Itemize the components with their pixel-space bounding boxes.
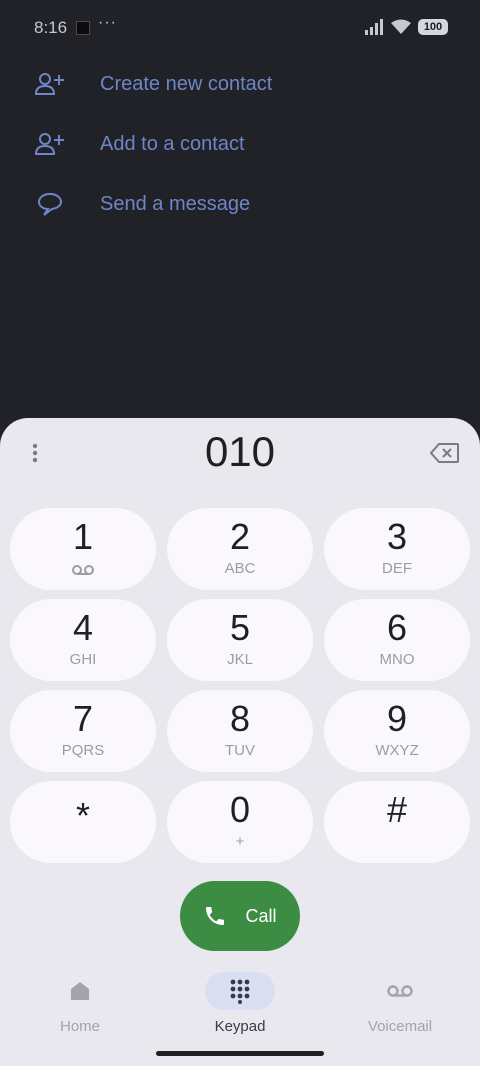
notification-icon bbox=[76, 21, 90, 35]
add-person-icon bbox=[34, 128, 66, 160]
key-digit: 5 bbox=[229, 607, 251, 648]
key-9[interactable]: 9 WXYZ bbox=[324, 690, 470, 772]
more-notifications-icon: ··· bbox=[98, 14, 117, 31]
key-6[interactable]: 6 MNO bbox=[324, 599, 470, 681]
send-message-row[interactable]: Send a message bbox=[34, 184, 434, 224]
status-icons: 100 bbox=[364, 19, 448, 35]
nav-home-label: Home bbox=[59, 1018, 100, 1035]
nav-keypad[interactable]: Keypad bbox=[180, 972, 300, 1052]
add-to-contact-row[interactable]: Add to a contact bbox=[34, 124, 434, 164]
key-digit: * bbox=[75, 795, 90, 836]
key-4[interactable]: 4 GHI bbox=[10, 599, 156, 681]
key-letters: WXYZ bbox=[375, 742, 419, 759]
nav-home-pill bbox=[45, 972, 115, 1010]
voicemail-icon bbox=[387, 985, 413, 997]
key-8[interactable]: 8 TUV bbox=[167, 690, 313, 772]
entered-number: 010 bbox=[204, 428, 276, 475]
status-bar: 8:16 ··· 100 bbox=[0, 0, 480, 56]
nav-keypad-label: Keypad bbox=[214, 1018, 266, 1035]
key-3[interactable]: 3 DEF bbox=[324, 508, 470, 590]
key-digit: 2 bbox=[229, 516, 251, 557]
key-digit: 8 bbox=[229, 698, 251, 739]
nav-voicemail-pill bbox=[365, 972, 435, 1010]
key-digit: 0 bbox=[229, 789, 251, 830]
key-letters: ABC bbox=[224, 560, 256, 577]
signal-icon bbox=[365, 19, 383, 35]
keypad-icon bbox=[230, 979, 250, 1004]
key-digit: 4 bbox=[72, 607, 94, 648]
key-letters: MNO bbox=[379, 651, 415, 668]
nav-voicemail[interactable]: Voicemail bbox=[340, 972, 460, 1052]
message-bubble-icon bbox=[34, 188, 66, 220]
more-vert-icon bbox=[32, 443, 38, 463]
key-letters: DEF bbox=[382, 560, 412, 577]
key-digit: 7 bbox=[72, 698, 94, 739]
key-7[interactable]: 7 PQRS bbox=[10, 690, 156, 772]
backspace-icon bbox=[430, 443, 459, 463]
nav-home[interactable]: Home bbox=[20, 972, 140, 1052]
key-digit: 1 bbox=[72, 516, 94, 557]
key-5[interactable]: 5 JKL bbox=[167, 599, 313, 681]
key-1[interactable]: 1 bbox=[10, 508, 156, 590]
dialpad-sheet: 010 1 2 ABC 3 DEF 4 GHI 5 JKL 6 MNO 7 PQ… bbox=[0, 418, 480, 1066]
nav-voicemail-label: Voicemail bbox=[367, 1018, 433, 1035]
key-star[interactable]: * bbox=[10, 781, 156, 863]
home-indicator[interactable] bbox=[156, 1051, 324, 1056]
key-0[interactable]: 0 + bbox=[167, 781, 313, 863]
call-label: Call bbox=[245, 905, 277, 926]
key-digit: 9 bbox=[386, 698, 408, 739]
create-new-contact-label: Create new contact bbox=[100, 72, 273, 95]
key-digit: # bbox=[386, 789, 408, 830]
nav-keypad-pill bbox=[205, 972, 275, 1010]
add-person-icon bbox=[34, 68, 66, 100]
call-button[interactable]: Call bbox=[180, 881, 300, 951]
more-options-button[interactable] bbox=[20, 438, 50, 468]
key-letters: GHI bbox=[69, 651, 97, 668]
battery-icon: 100 bbox=[418, 19, 448, 35]
home-icon bbox=[71, 982, 89, 1000]
key-letters: + bbox=[235, 833, 245, 850]
phone-icon bbox=[206, 907, 225, 925]
add-to-contact-label: Add to a contact bbox=[100, 132, 245, 155]
key-digit: 3 bbox=[386, 516, 408, 557]
key-2[interactable]: 2 ABC bbox=[167, 508, 313, 590]
backspace-button[interactable] bbox=[428, 440, 462, 466]
key-hash[interactable]: # bbox=[324, 781, 470, 863]
key-letters: TUV bbox=[225, 742, 255, 759]
wifi-icon bbox=[391, 19, 411, 34]
key-letters: JKL bbox=[227, 651, 253, 668]
status-time: 8:16 bbox=[34, 18, 68, 37]
send-message-label: Send a message bbox=[100, 192, 251, 215]
voicemail-icon bbox=[72, 565, 94, 575]
key-letters: PQRS bbox=[61, 742, 105, 759]
key-digit: 6 bbox=[386, 607, 408, 648]
create-new-contact-row[interactable]: Create new contact bbox=[34, 64, 434, 104]
